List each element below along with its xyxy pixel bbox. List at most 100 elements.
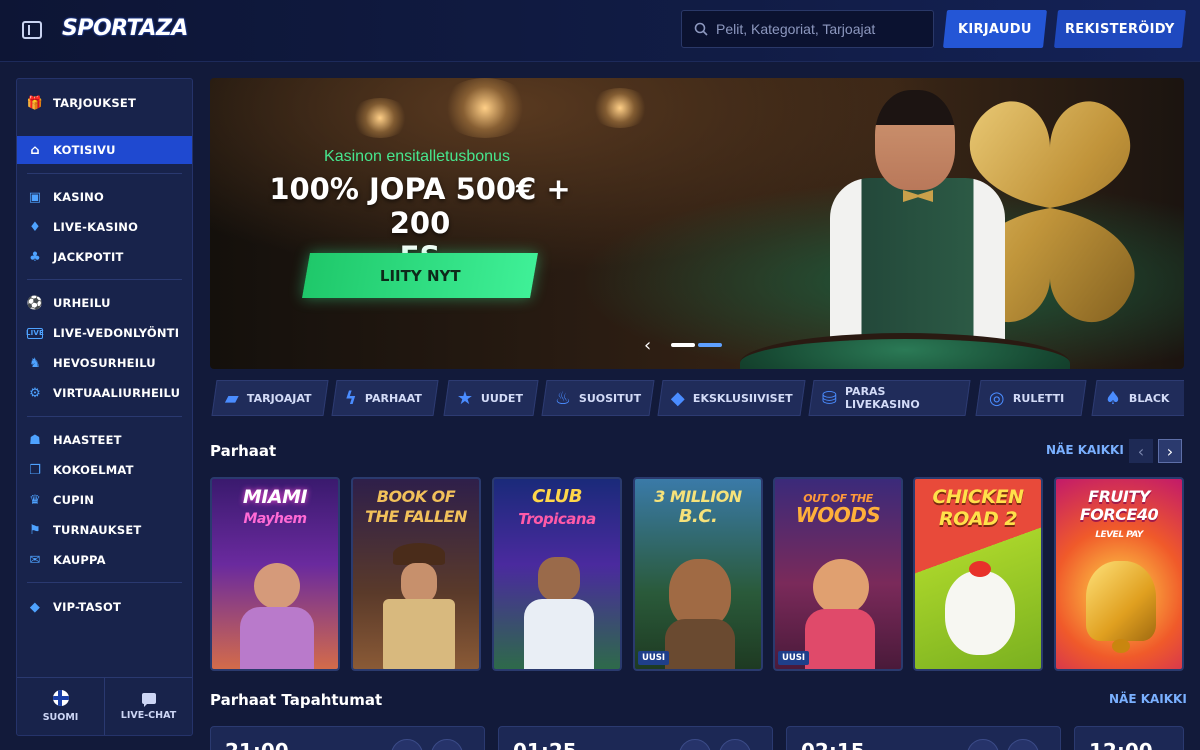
join-now-label: LIITY NYT (379, 266, 461, 285)
gem-icon: ◆ (671, 387, 685, 409)
chicken-art (945, 571, 1015, 655)
sidebar-item-jackpotit[interactable]: ♣ JACKPOTIT (17, 243, 192, 271)
game-tile[interactable]: BOOK OF THE FALLEN (351, 477, 481, 671)
join-now-button[interactable]: LIITY NYT (302, 253, 538, 298)
sidebar-item-haasteet[interactable]: ☗ HAASTEET (17, 426, 192, 454)
team-logo (391, 739, 423, 750)
event-card[interactable]: 02:15 (786, 726, 1061, 750)
game-tile[interactable]: 3 MILLION B.C. UUSI (633, 477, 763, 671)
roulette-icon: ◎ (989, 387, 1005, 409)
game-subtitle: Tropicana (518, 510, 596, 528)
sidebar-item-kauppa[interactable]: ✉ KAUPPA (17, 546, 192, 574)
event-time: 01:25 (513, 739, 577, 750)
chip-ruletti[interactable]: ◎ RULETTI (975, 380, 1087, 416)
hero-banner[interactable]: Kasinon ensitalletusbonus 100% JOPA 500€… (210, 78, 1184, 369)
collection-icon: ❐ (29, 462, 41, 478)
game-tile[interactable]: MIAMI Mayhem (210, 477, 340, 671)
new-badge: UUSI (638, 651, 670, 665)
sidebar-item-hevosurheilu[interactable]: ♞ HEVOSURHEILU (17, 349, 192, 377)
search-input[interactable] (716, 21, 916, 37)
game-tile[interactable]: OUT OF THE WOODS UUSI (773, 477, 903, 671)
divider (27, 416, 182, 417)
lightning-icon: ϟ (345, 387, 357, 409)
chip-label: TARJOAJAT (246, 391, 312, 405)
game-tile[interactable]: CLUB Tropicana (492, 477, 622, 671)
character-art (401, 563, 437, 603)
chip-tarjoajat[interactable]: ▰ TARJOAJAT (211, 380, 329, 416)
sidebar-item-label: URHEILU (53, 296, 111, 310)
login-button[interactable]: KIRJAUDU (943, 10, 1047, 48)
logo[interactable]: SPORTAZA (62, 16, 188, 46)
team-logo (967, 739, 999, 750)
blackjack-icon: ♠ (1105, 387, 1122, 409)
bell-art (1086, 561, 1156, 641)
star-icon: ★ (457, 387, 474, 409)
see-all-link[interactable]: NÄE KAIKKI (1109, 692, 1187, 706)
category-chips: ▰ TARJOAJAT ϟ PARHAAT ★ UUDET ♨ SUOSITUT… (210, 380, 1184, 416)
sidebar-item-label: HEVOSURHEILU (53, 356, 156, 370)
sidebar-item-virtuaaliurheilu[interactable]: ⚙ VIRTUAALIURHEILU (17, 379, 192, 407)
sidebar-item-vip-tasot[interactable]: ◆ VIP-TASOT (17, 593, 192, 621)
chip-parhaat[interactable]: ϟ PARHAAT (331, 380, 439, 416)
game-tile[interactable]: CHICKEN ROAD 2 (913, 477, 1043, 671)
sidebar-item-urheilu[interactable]: ⚽ URHEILU (17, 289, 192, 317)
live-chat-button[interactable]: LIVE-CHAT (104, 678, 192, 735)
clover-icon: ♣ (29, 249, 41, 265)
finland-flag-icon (52, 690, 69, 706)
login-label: KIRJAUDU (958, 21, 1032, 37)
chip-uudet[interactable]: ★ UUDET (443, 380, 539, 416)
game-title: CLUB (531, 486, 583, 507)
map-art (383, 599, 455, 669)
register-button[interactable]: REKISTERÖIDY (1054, 10, 1186, 48)
game-subtitle: ROAD 2 (938, 508, 1018, 530)
chevron-left-icon[interactable]: ‹ (644, 337, 658, 355)
sidebar-toggle-icon[interactable] (22, 21, 42, 39)
section-title-parhaat: Parhaat (210, 442, 277, 460)
chevron-right-icon[interactable]: › (1158, 439, 1182, 463)
see-all-link[interactable]: NÄE KAIKKI (1046, 443, 1124, 457)
game-title: MIAMI (242, 486, 308, 508)
chip-black[interactable]: ♠ BLACK (1091, 380, 1184, 416)
carousel-dot[interactable] (698, 343, 722, 347)
team-logo (431, 739, 463, 750)
shirt-art (524, 599, 594, 669)
sidebar-item-label: TARJOUKSET (53, 96, 136, 110)
sidebar-item-live-kasino[interactable]: ♦ LIVE-KASINO (17, 213, 192, 241)
sidebar-item-turnaukset[interactable]: ⚑ TURNAUKSET (17, 516, 192, 544)
language-button[interactable]: SUOMI (17, 678, 104, 735)
jacket-art (805, 609, 875, 669)
dealer-head (875, 90, 955, 190)
chip-ekskluusiiviset[interactable]: ◆ EKSKLUSIIVISET (657, 380, 806, 416)
sidebar-item-cupin[interactable]: ♛ CUPIN (17, 486, 192, 514)
event-card[interactable]: 12:00 (1074, 726, 1184, 750)
chevron-left-icon[interactable]: ‹ (1129, 439, 1153, 463)
chip-suositut[interactable]: ♨ SUOSITUT (541, 380, 655, 416)
chips-icon: ⛁ (822, 387, 838, 409)
game-subtitle: FORCE40 (1079, 505, 1159, 524)
team-logo (679, 739, 711, 750)
chip-label: UUDET (481, 391, 524, 405)
sidebar-item-tarjoukset[interactable]: 🎁 TARJOUKSET (17, 89, 192, 117)
divider (27, 173, 182, 174)
gift-icon: 🎁 (26, 95, 44, 111)
chicken-comb-art (969, 561, 991, 577)
sidebar-item-kotisivu[interactable]: ⌂ KOTISIVU (17, 136, 192, 164)
sidebar-item-label: TURNAUKSET (53, 523, 142, 537)
game-tile[interactable]: FRUITY FORCE40 LEVEL PAY (1054, 477, 1184, 671)
sidebar-item-kokoelmat[interactable]: ❐ KOKOELMAT (17, 456, 192, 484)
chip-paras-livekasino[interactable]: ⛁ PARAS LIVEKASINO (808, 380, 971, 416)
chip-label: PARHAAT (364, 391, 422, 405)
search-box[interactable] (681, 10, 934, 48)
virtual-sports-icon: ⚙ (29, 385, 41, 401)
carousel-dot[interactable] (671, 343, 695, 347)
event-card[interactable]: 01:25 (498, 726, 773, 750)
event-card[interactable]: 21:00 (210, 726, 485, 750)
sidebar-item-kasino[interactable]: ▣ KASINO (17, 183, 192, 211)
home-icon: ⌂ (30, 142, 40, 158)
game-subtitle: THE FALLEN (365, 507, 467, 526)
top-bar: SPORTAZA KIRJAUDU REKISTERÖIDY (0, 0, 1200, 62)
search-icon (694, 22, 708, 36)
language-label: SUOMI (42, 712, 79, 723)
sidebar-item-live-vedonlyonti[interactable]: LIVE LIVE-VEDONLYÖNTI (17, 319, 192, 347)
sidebar-item-label: VIRTUAALIURHEILU (53, 386, 181, 400)
